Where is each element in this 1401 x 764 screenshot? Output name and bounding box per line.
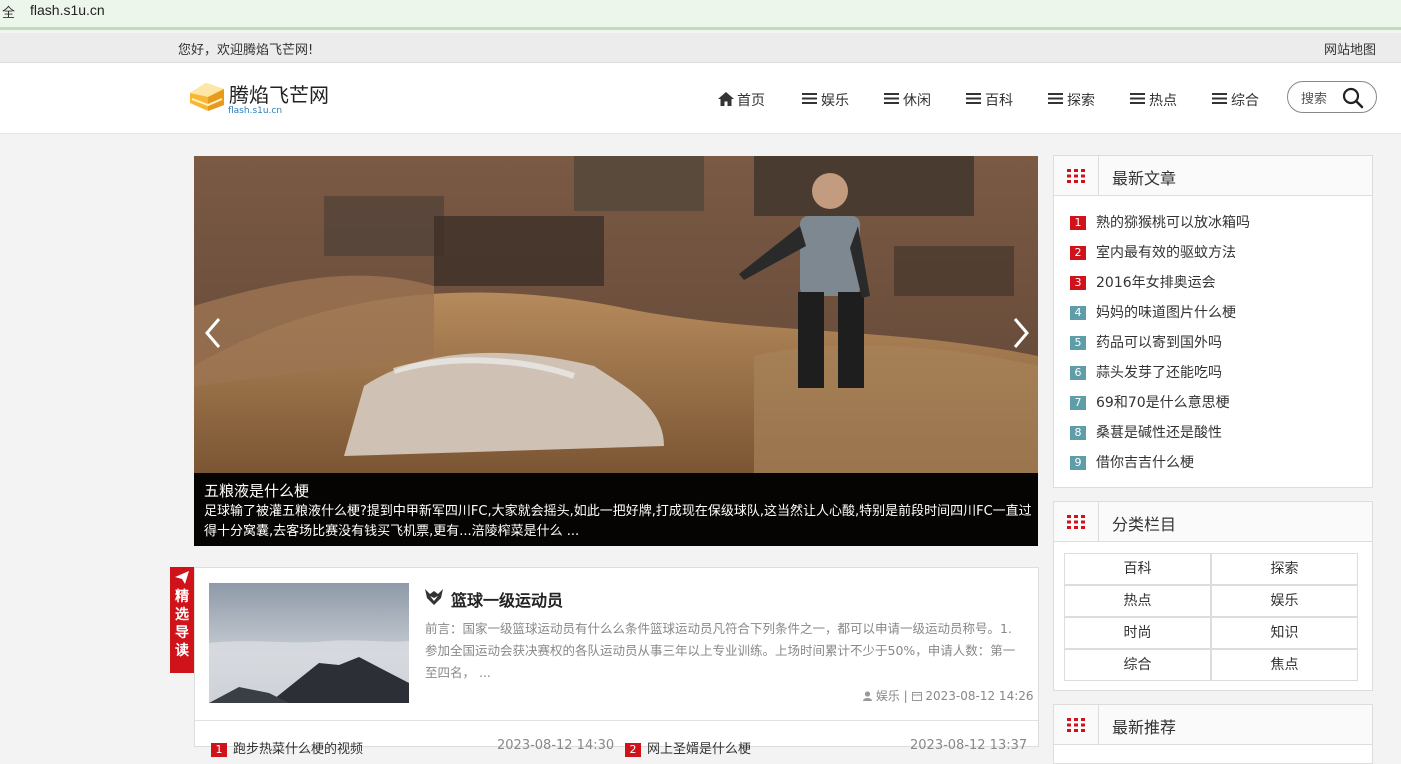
- latest-articles-title: 最新文章: [1112, 169, 1177, 188]
- search-icon[interactable]: [1342, 87, 1364, 109]
- category-link[interactable]: 知识: [1211, 617, 1358, 649]
- category-link[interactable]: 娱乐: [1211, 585, 1358, 617]
- list-item[interactable]: 2 网上圣婿是什么梗: [625, 738, 751, 757]
- category-link[interactable]: 焦点: [1211, 649, 1358, 681]
- latest-article-label: 借你吉吉什么梗: [1096, 455, 1194, 471]
- browser-address-bar[interactable]: 全 flash.s1u.cn: [0, 0, 1401, 30]
- latest-article-label: 69和70是什么意思梗: [1096, 395, 1230, 411]
- category-link[interactable]: 时尚: [1064, 617, 1211, 649]
- category-box: 分类栏目 百科 探索 热点 娱乐 时尚 知识 综合 焦点: [1053, 501, 1373, 691]
- article-meta: 娱乐 | 2023-08-12 14:26: [863, 687, 1034, 704]
- latest-article-label: 桑葚是碱性还是酸性: [1096, 425, 1222, 441]
- recommend-title: 最新推荐: [1112, 718, 1177, 737]
- list-icon: [966, 93, 981, 104]
- article-category[interactable]: 娱乐: [876, 689, 900, 703]
- latest-article-item[interactable]: 8 桑葚是碱性还是酸性: [1070, 422, 1222, 442]
- rank-badge: 7: [1070, 396, 1086, 410]
- divider: [195, 720, 1038, 721]
- search-box[interactable]: 搜索: [1287, 81, 1377, 113]
- list-icon: [1212, 93, 1227, 104]
- article-excerpt: 前言：国家一级篮球运动员有什么么条件篮球运动员凡符合下列条件之一，都可以申请一级…: [425, 621, 1016, 680]
- list-icon: [1130, 93, 1145, 104]
- latest-article-label: 蒜头发芽了还能吃吗: [1096, 365, 1222, 381]
- category-link[interactable]: 百科: [1064, 553, 1211, 585]
- category-title: 分类栏目: [1112, 515, 1177, 534]
- latest-article-label: 2016年女排奥运会: [1096, 275, 1216, 291]
- rank-badge: 5: [1070, 336, 1086, 350]
- grid-icon: [1067, 169, 1085, 183]
- site-header: 腾焰飞芒网 flash.s1u.cn 首页 娱乐 休闲 百科 探索 热点 综合 …: [0, 63, 1401, 134]
- paper-plane-icon: [175, 571, 189, 584]
- latest-article-item[interactable]: 6 蒜头发芽了还能吃吗: [1070, 362, 1222, 382]
- slider-caption[interactable]: 五粮液是什么梗 足球输了被灌五粮液什么梗?提到中甲新军四川FC,大家就会摇头,如…: [194, 473, 1038, 546]
- rank-badge: 2: [1070, 246, 1086, 260]
- site-logo[interactable]: 腾焰飞芒网 flash.s1u.cn: [188, 77, 348, 125]
- list-item[interactable]: 1 跑步热菜什么梗的视频: [211, 738, 363, 757]
- slider-image[interactable]: [194, 156, 1038, 476]
- slider-prev-arrow[interactable]: [202, 316, 224, 350]
- recommend-header: 最新推荐: [1054, 705, 1372, 745]
- latest-article-item[interactable]: 4 妈妈的味道图片什么梗: [1070, 302, 1236, 322]
- featured-ribbon: 精选导读: [170, 567, 194, 673]
- latest-article-item[interactable]: 3 2016年女排奥运会: [1070, 272, 1216, 292]
- fox-icon: [425, 589, 443, 605]
- cake-logo-icon: [190, 83, 224, 111]
- featured-article: 篮球一级运动员 前言：国家一级篮球运动员有什么么条件篮球运动员凡符合下列条件之一…: [194, 567, 1039, 757]
- slider-title[interactable]: 五粮液是什么梗: [204, 480, 309, 501]
- logo-subtitle: flash.s1u.cn: [228, 106, 283, 116]
- article-date: 2023-08-12 14:26: [925, 689, 1034, 703]
- category-link[interactable]: 综合: [1064, 649, 1211, 681]
- latest-article-label: 熟的猕猴桃可以放冰箱吗: [1096, 215, 1250, 231]
- category-link[interactable]: 热点: [1064, 585, 1211, 617]
- rank-badge: 4: [1070, 306, 1086, 320]
- logo-name: 腾焰飞芒网: [229, 83, 329, 107]
- user-icon: [863, 691, 872, 701]
- rank-badge: 6: [1070, 366, 1086, 380]
- grid-icon: [1067, 515, 1085, 529]
- rank-badge: 1: [1070, 216, 1086, 230]
- latest-articles-header: 最新文章: [1054, 156, 1372, 196]
- ribbon-label: 精选导读: [175, 589, 189, 659]
- slider-description: 足球输了被灌五粮液什么梗?提到中甲新军四川FC,大家就会摇头,如此一把好牌,打成…: [204, 504, 1032, 539]
- category-link[interactable]: 探索: [1211, 553, 1358, 585]
- list-icon: [802, 93, 817, 104]
- recommend-box: 最新推荐: [1053, 704, 1373, 764]
- calendar-icon: [911, 692, 922, 701]
- latest-article-label: 药品可以寄到国外吗: [1096, 335, 1222, 351]
- latest-article-item[interactable]: 5 药品可以寄到国外吗: [1070, 332, 1222, 352]
- top-bar: 您好，欢迎腾焰飞芒网! 网站地图: [0, 33, 1401, 63]
- rank-badge: 8: [1070, 426, 1086, 440]
- home-icon: [718, 92, 734, 106]
- rank-badge: 9: [1070, 456, 1086, 470]
- latest-articles-box: 最新文章 1 熟的猕猴桃可以放冰箱吗 2 室内最有效的驱蚊方法 3 2016年女排奥运会 4…: [1053, 155, 1373, 488]
- address-prefix: 全: [2, 6, 16, 21]
- latest-article-item[interactable]: 2 室内最有效的驱蚊方法: [1070, 242, 1236, 262]
- address-url[interactable]: flash.s1u.cn: [30, 2, 105, 18]
- rank-badge: 3: [1070, 276, 1086, 290]
- search-input[interactable]: 搜索: [1301, 88, 1327, 107]
- latest-article-label: 妈妈的味道图片什么梗: [1096, 305, 1236, 321]
- grid-icon: [1067, 718, 1085, 732]
- latest-article-item[interactable]: 7 69和70是什么意思梗: [1070, 392, 1230, 412]
- sitemap-link[interactable]: 网站地图: [1324, 39, 1376, 58]
- category-header: 分类栏目: [1054, 502, 1372, 542]
- list-item-date: 2023-08-12 13:37: [910, 738, 1028, 753]
- meta-separator: |: [903, 689, 908, 703]
- latest-article-item[interactable]: 1 熟的猕猴桃可以放冰箱吗: [1070, 212, 1250, 232]
- list-icon: [1048, 93, 1063, 104]
- list-item-date: 2023-08-12 14:30: [497, 738, 615, 753]
- latest-article-label: 室内最有效的驱蚊方法: [1096, 245, 1236, 261]
- slider-next-arrow[interactable]: [1010, 316, 1032, 350]
- welcome-text: 您好，欢迎腾焰飞芒网!: [178, 43, 314, 58]
- featured-slider[interactable]: 五粮液是什么梗 足球输了被灌五粮液什么梗?提到中甲新军四川FC,大家就会摇头,如…: [194, 156, 1038, 546]
- latest-article-item[interactable]: 9 借你吉吉什么梗: [1070, 452, 1194, 472]
- list-icon: [884, 93, 899, 104]
- article-thumbnail[interactable]: [209, 583, 409, 703]
